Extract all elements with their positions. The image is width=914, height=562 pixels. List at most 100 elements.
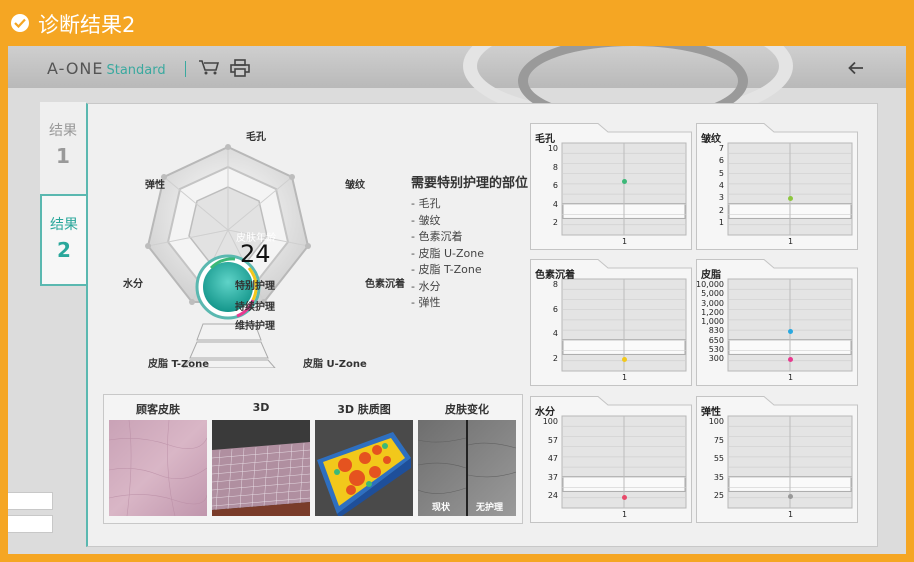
- radar-label-wrinkles: 皱纹: [345, 180, 365, 191]
- chart-pores: 毛孔 10 8 6 4 2 1: [530, 123, 692, 250]
- chart-y-tick: 2: [552, 354, 558, 363]
- chart-y-tick: 4: [552, 199, 558, 209]
- care-item: - 水分: [411, 279, 441, 293]
- chart-data-point: [787, 356, 793, 362]
- skin-3d-texture-map[interactable]: [315, 420, 413, 518]
- chart-x-tick: 1: [788, 510, 794, 519]
- chart-y-tick: 37: [547, 472, 558, 482]
- chart-y-tick: 1,000: [701, 317, 724, 326]
- photo-label-3d: 3D: [252, 401, 270, 414]
- chart-y-tick: 25: [713, 491, 724, 500]
- chart-y-tick: 8: [552, 280, 558, 289]
- cart-icon[interactable]: [198, 59, 220, 79]
- chart-y-tick: 75: [713, 435, 724, 445]
- chart-pigmentation: 色素沉着 8 6 4 2 1: [530, 259, 692, 386]
- chart-y-tick: 3,000: [701, 298, 724, 308]
- chart-y-tick: 3: [718, 193, 724, 203]
- photo-label-3d-map: 3D 肤质图: [337, 403, 391, 416]
- back-arrow-icon[interactable]: [848, 60, 864, 79]
- radar-label-sebum-t: 皮脂 T-Zone: [148, 359, 210, 370]
- chart-moisture: 水分 100 57 47 37 24 1: [530, 396, 692, 523]
- chart-wrinkles: 皱纹 7 6 5 4 3 2 1 1: [696, 123, 858, 250]
- chart-x-tick: 1: [622, 373, 628, 382]
- radar-label-elasticity: 弹性: [145, 180, 165, 191]
- title-bar: 诊断结果2: [0, 0, 914, 46]
- tab-result-2[interactable]: 结果 2: [40, 194, 86, 286]
- chart-y-tick: 35: [713, 472, 724, 482]
- header-divider: [185, 61, 186, 77]
- chart-y-tick: 1,200: [701, 307, 724, 317]
- chart-title: 毛孔: [535, 134, 555, 145]
- photo-label-customer: 顾客皮肤: [136, 403, 180, 416]
- window-title: 诊断结果2: [38, 13, 136, 37]
- special-care-list: 需要特别护理的部位 - 毛孔 - 皱纹 - 色素沉着 - 皮脂 U-Zone -…: [411, 175, 531, 312]
- care-item: - 皱纹: [411, 213, 441, 227]
- chart-title: 水分: [535, 407, 555, 418]
- chart-title: 皮脂: [701, 270, 721, 281]
- chart-elasticity: 弹性 100 75 55 35 25 1: [696, 396, 858, 523]
- radar-label-moisture: 水分: [123, 279, 143, 290]
- care-item: - 弹性: [411, 296, 441, 309]
- customer-skin-image[interactable]: [108, 419, 208, 517]
- chart-y-tick: 10: [547, 144, 558, 153]
- side-input-2[interactable]: [8, 515, 53, 533]
- chart-y-tick: 6: [552, 181, 558, 190]
- chart-data-point: [621, 178, 627, 184]
- chart-y-tick: 100: [708, 417, 724, 426]
- chart-y-tick: 5,000: [701, 289, 724, 299]
- chart-y-tick: 6: [552, 304, 558, 314]
- chart-title: 皱纹: [701, 134, 721, 145]
- skin-3d-mesh-image[interactable]: [211, 420, 311, 516]
- care-title: 需要特别护理的部位: [411, 176, 529, 191]
- chart-y-tick: 7: [718, 144, 724, 153]
- chart-y-tick: 2: [718, 205, 724, 215]
- radar-label-pores: 毛孔: [246, 132, 266, 143]
- care-item: - 皮脂 U-Zone: [411, 246, 484, 260]
- chart-y-tick: 300: [708, 354, 724, 363]
- side-input-1[interactable]: [8, 492, 53, 510]
- care-item: - 毛孔: [411, 197, 441, 210]
- chart-data-point: [621, 356, 627, 362]
- chart-y-tick: 4: [718, 181, 724, 190]
- chart-y-tick: 57: [547, 435, 558, 445]
- chart-data-point: [787, 195, 793, 201]
- change-label-current: 现状: [432, 503, 451, 513]
- chart-title: 弹性: [701, 407, 721, 418]
- radar-chart: 毛孔 皱纹 色素沉着 皮脂 U-Zone 皮脂 T-Zone 水分 弹性 皮肤年…: [103, 128, 405, 372]
- care-item: - 皮脂 T-Zone: [411, 263, 482, 276]
- chart-y-tick: 5: [718, 168, 724, 178]
- check-circle-icon: [11, 14, 29, 32]
- photo-label-change: 皮肤变化: [445, 403, 489, 416]
- chart-y-tick: 2: [552, 218, 558, 227]
- app-window: A-ONE Standard 结果 1 结果 2 毛孔 皱纹 色素沉着 皮脂 U…: [8, 46, 906, 554]
- chart-y-tick: 100: [542, 417, 558, 426]
- chart-y-tick: 55: [713, 454, 724, 463]
- chart-y-tick: 8: [552, 162, 558, 172]
- chart-y-tick: 530: [708, 344, 724, 354]
- chart-x-tick: 1: [788, 373, 794, 382]
- chart-y-tick: 24: [547, 491, 558, 500]
- chart-y-tick: 4: [552, 329, 558, 339]
- chart-title: 色素沉着: [535, 270, 575, 281]
- printer-icon[interactable]: [230, 59, 250, 81]
- skin-image-panel: 顾客皮肤 3D 3D 肤质图 皮肤变化 现状 无护理: [103, 394, 523, 524]
- chart-y-tick: 47: [547, 454, 558, 463]
- radar-svg: [145, 144, 311, 369]
- chart-y-tick: 650: [708, 335, 724, 345]
- chart-x-tick: 1: [622, 510, 628, 519]
- tab-result-1[interactable]: 结果 1: [40, 102, 86, 194]
- skin-change-comparison[interactable]: 现状 无护理: [417, 420, 517, 516]
- app-header: A-ONE Standard: [8, 46, 906, 126]
- chart-data-point: [621, 494, 627, 500]
- chart-y-tick: 10,000: [696, 280, 724, 289]
- radar-label-sebum-u: 皮脂 U-Zone: [303, 359, 367, 370]
- level-label-special: 特别护理: [235, 281, 275, 292]
- chart-sebum: 皮脂 10,000 5,000 3,000 1,200 1,000 830 650 530 300…: [696, 259, 858, 386]
- radar-label-pigmentation: 色素沉着: [365, 279, 405, 290]
- care-item: - 色素沉着: [411, 230, 463, 243]
- chart-x-tick: 1: [622, 237, 628, 246]
- level-label-continuous: 持续护理: [235, 302, 275, 313]
- chart-data-point: [787, 328, 793, 334]
- chart-y-tick: 1: [718, 218, 724, 227]
- brand-logo: A-ONE Standard: [47, 59, 166, 78]
